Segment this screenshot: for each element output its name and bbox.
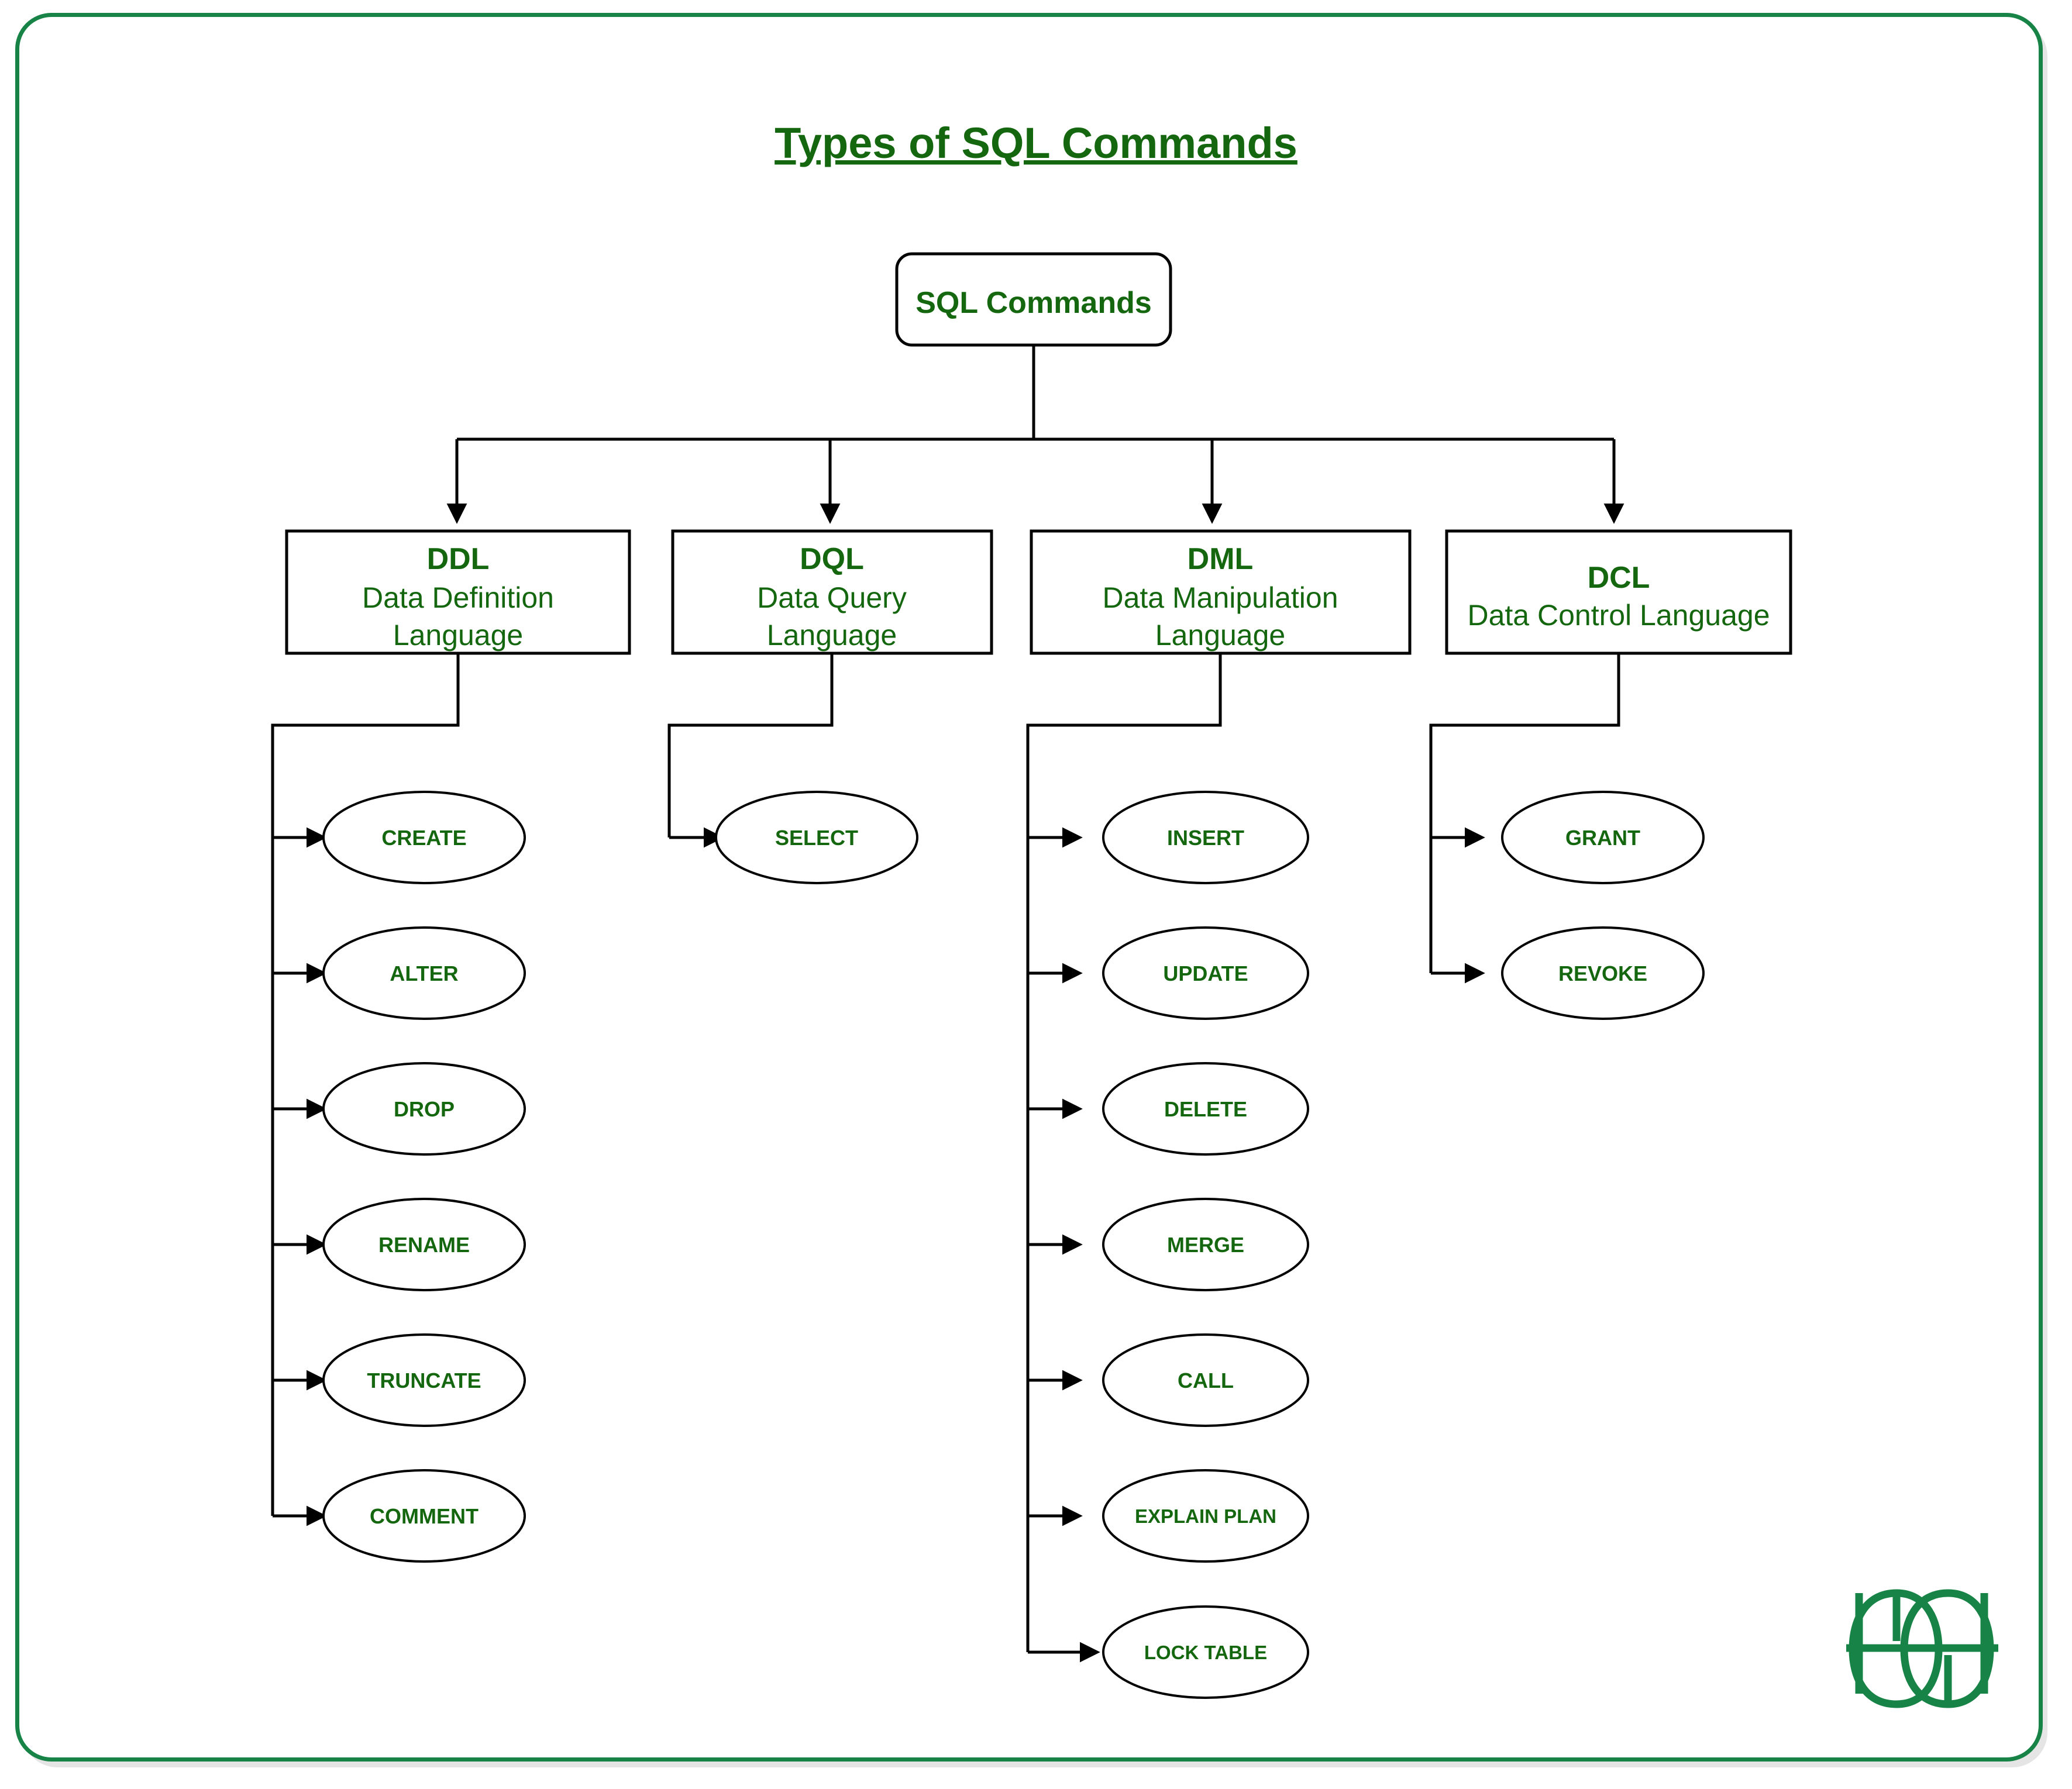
dql-command-nodes: SELECT [715, 791, 918, 884]
truncate-label: TRUNCATE [367, 1369, 481, 1392]
ddl-fullname-line2: Language [393, 619, 523, 652]
command-node-lock-table[interactable]: LOCK TABLE [1102, 1605, 1309, 1699]
node-root-sql-commands[interactable]: SQL Commands [895, 252, 1172, 347]
command-node-call[interactable]: CALL [1102, 1333, 1309, 1427]
command-node-merge[interactable]: MERGE [1102, 1198, 1309, 1291]
command-node-select[interactable]: SELECT [715, 791, 918, 884]
page-title: Types of SQL Commands [775, 119, 1297, 167]
node-category-ddl[interactable]: DDL Data Definition Language [285, 529, 631, 655]
node-category-dcl[interactable]: DCL Data Control Language [1445, 529, 1792, 655]
dcl-fullname-line1: Data Control Language [1467, 599, 1770, 632]
alter-label: ALTER [390, 961, 458, 985]
explain-plan-label: EXPLAIN PLAN [1135, 1505, 1276, 1527]
insert-label: INSERT [1167, 826, 1244, 850]
command-node-delete[interactable]: DELETE [1102, 1062, 1309, 1156]
dml-fullname-line1: Data Manipulation [1102, 581, 1338, 614]
command-node-comment[interactable]: COMMENT [322, 1469, 526, 1563]
command-node-rename[interactable]: RENAME [322, 1198, 526, 1291]
geeksforgeeks-logo [1846, 1589, 1998, 1708]
dcl-abbr-label: DCL [1588, 561, 1650, 595]
node-category-dml[interactable]: DML Data Manipulation Language [1030, 529, 1412, 655]
sql-commands-tree-diagram: Types of SQL Commands SQL Commands DDL D… [271, 119, 1998, 1708]
merge-label: MERGE [1167, 1233, 1244, 1257]
create-label: CREATE [381, 826, 466, 850]
root-node-label: SQL Commands [915, 286, 1152, 320]
dql-fullname-line2: Language [767, 619, 897, 652]
root-to-categories-connectors [446, 345, 1624, 524]
lock-table-label: LOCK TABLE [1144, 1642, 1267, 1663]
select-label: SELECT [775, 826, 858, 850]
command-node-explain-plan[interactable]: EXPLAIN PLAN [1102, 1469, 1309, 1563]
ddl-fullname-line1: Data Definition [362, 581, 554, 614]
command-node-update[interactable]: UPDATE [1102, 926, 1309, 1020]
ddl-abbr-label: DDL [427, 542, 490, 576]
comment-label: COMMENT [370, 1504, 479, 1528]
revoke-label: REVOKE [1558, 961, 1647, 985]
grant-label: GRANT [1565, 826, 1640, 850]
call-label: CALL [1178, 1369, 1234, 1392]
dml-command-nodes: INSERT UPDATE DELETE MERGE CALL EXPLAIN … [1102, 791, 1309, 1699]
dcl-command-nodes: GRANT REVOKE [1501, 791, 1705, 1020]
command-node-create[interactable]: CREATE [322, 791, 526, 884]
dql-abbr-label: DQL [800, 542, 864, 576]
command-node-insert[interactable]: INSERT [1102, 791, 1309, 884]
node-category-dql[interactable]: DQL Data Query Language [671, 529, 993, 655]
command-node-truncate[interactable]: TRUNCATE [322, 1333, 526, 1427]
drop-label: DROP [394, 1097, 455, 1121]
command-node-drop[interactable]: DROP [322, 1062, 526, 1156]
dml-abbr-label: DML [1188, 542, 1254, 576]
rename-label: RENAME [378, 1233, 470, 1257]
command-node-revoke[interactable]: REVOKE [1501, 926, 1705, 1020]
update-label: UPDATE [1163, 961, 1248, 985]
command-node-alter[interactable]: ALTER [322, 926, 526, 1020]
delete-label: DELETE [1164, 1097, 1247, 1121]
command-node-grant[interactable]: GRANT [1501, 791, 1705, 884]
dml-fullname-line2: Language [1155, 619, 1285, 652]
ddl-command-nodes: CREATE ALTER DROP RENAME TRUNCATE COMMEN… [322, 791, 526, 1563]
dql-fullname-line1: Data Query [757, 581, 907, 614]
